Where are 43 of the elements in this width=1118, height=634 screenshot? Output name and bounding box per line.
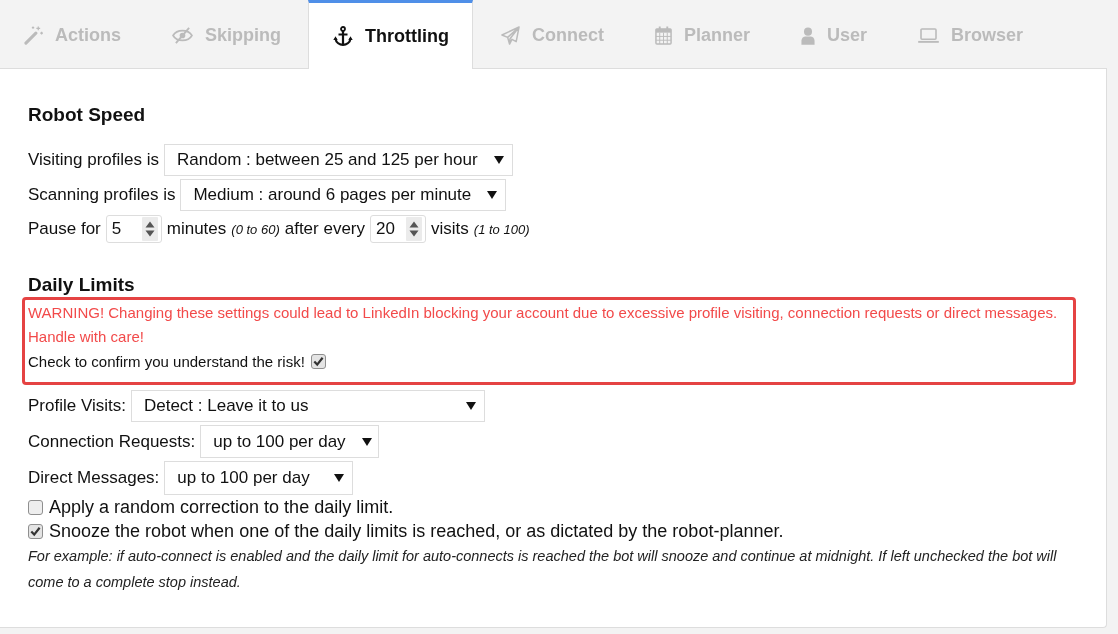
calendar-icon [655, 26, 672, 45]
checkbox-label: Apply a random correction to the daily limit. [49, 496, 394, 518]
caret-icon [361, 437, 372, 446]
section-heading: Robot Speed [28, 104, 146, 126]
checkbox[interactable] [28, 499, 43, 515]
number-input[interactable]: 5 [105, 215, 162, 243]
caret-icon [487, 191, 498, 199]
field-label: Scanning profiles is [28, 185, 176, 205]
tab[interactable]: Throttling [308, 0, 473, 69]
checkbox[interactable] [310, 353, 326, 369]
field-label: minutes [166, 219, 227, 239]
dropdown[interactable]: up to 100 per day [200, 425, 380, 458]
number-input[interactable]: 20 [370, 215, 427, 243]
section-heading: Daily Limits [28, 274, 135, 296]
help-text: For example: if auto-connect is enabled and the daily limit for auto-connects is reached the bot will snooze and continue at midnight. If left unchecked the bot will come to a complete stop instead. [28, 547, 1058, 592]
dropdown[interactable]: Medium : around 6 pages per minute [180, 179, 507, 211]
caret-icon [493, 156, 504, 164]
range-hint: (1 to 100) [473, 221, 530, 237]
spinner-arrows-icon[interactable] [406, 217, 423, 241]
laptop-icon [918, 28, 940, 43]
user-icon [801, 26, 816, 45]
anchor-icon [333, 26, 353, 46]
warning-text: WARNING! Changing these settings could lead to LinkedIn blocking your account due to excessive profile visiting, connection requests or direct messages. Handle with care! [28, 303, 1059, 347]
dropdown[interactable]: Detect : Leave it to us [130, 390, 485, 422]
field-label: Connection Requests: [28, 431, 196, 452]
field-label: Profile Visits: [28, 396, 126, 416]
field-label: Direct Messages: [28, 468, 160, 488]
eye-slash-icon [172, 27, 193, 44]
caret-icon [465, 402, 476, 410]
confirm-label: Check to confirm you understand the risk! [28, 352, 305, 370]
paper-plane-icon [501, 26, 520, 45]
checkbox-label: Snooze the robot when one of the daily limits is reached, or as dictated by the robot-planner. [49, 520, 784, 542]
dropdown[interactable]: Random : between 25 and 125 per hour [164, 144, 513, 176]
magic-wand-icon [24, 26, 43, 45]
field-label: Pause for [28, 219, 101, 239]
range-hint: (0 to 60) [231, 221, 280, 237]
field-label: visits [431, 219, 469, 239]
field-label: Visiting profiles is [28, 150, 160, 170]
spinner-arrows-icon[interactable] [141, 217, 158, 241]
field-label: after every [284, 219, 366, 239]
caret-icon [334, 474, 345, 482]
dropdown[interactable]: up to 100 per day [164, 461, 354, 495]
checkbox[interactable] [28, 523, 43, 539]
